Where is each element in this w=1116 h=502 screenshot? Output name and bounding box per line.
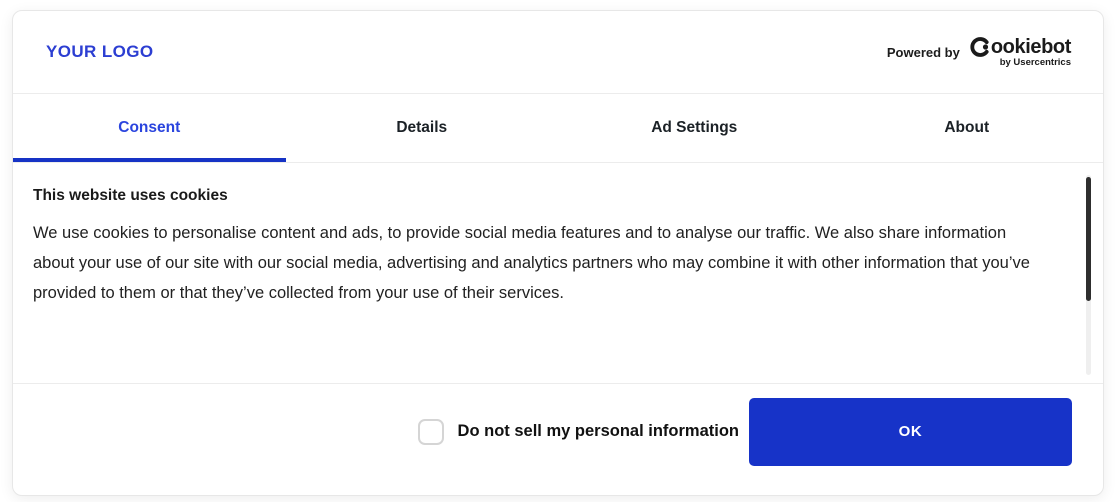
do-not-sell-option[interactable]: Do not sell my personal information [418,419,739,445]
do-not-sell-label: Do not sell my personal information [458,422,739,441]
do-not-sell-checkbox[interactable] [418,419,444,445]
dialog-footer: Do not sell my personal information OK [13,383,1103,495]
cookiebot-logo: ookiebot by Usercentrics [970,37,1071,68]
consent-tab-panel: This website uses cookies We use cookies… [13,163,1103,383]
cookiebot-subtitle: by Usercentrics [1000,58,1071,68]
tab-consent[interactable]: Consent [13,94,286,162]
site-logo[interactable]: YOUR LOGO [46,42,154,62]
tab-details[interactable]: Details [286,94,559,162]
content-scrollbar-track[interactable] [1086,175,1091,375]
cookies-heading: This website uses cookies [33,187,1045,205]
cookies-description: We use cookies to personalise content an… [33,218,1045,308]
content-scrollbar-thumb[interactable] [1086,177,1091,301]
tab-bar: Consent Details Ad Settings About [13,94,1103,163]
ok-button[interactable]: OK [749,398,1072,466]
tab-ad-settings[interactable]: Ad Settings [558,94,831,162]
powered-by-label: Powered by [887,45,960,60]
cookiebot-brand-text: ookiebot [991,37,1071,57]
tab-about[interactable]: About [831,94,1104,162]
cookie-consent-dialog: YOUR LOGO Powered by ookiebot by Usercen… [12,10,1104,496]
cookiebot-c-icon [970,37,990,57]
dialog-header: YOUR LOGO Powered by ookiebot by Usercen… [13,11,1103,94]
powered-by-link[interactable]: Powered by ookiebot by Usercentrics [887,37,1071,68]
